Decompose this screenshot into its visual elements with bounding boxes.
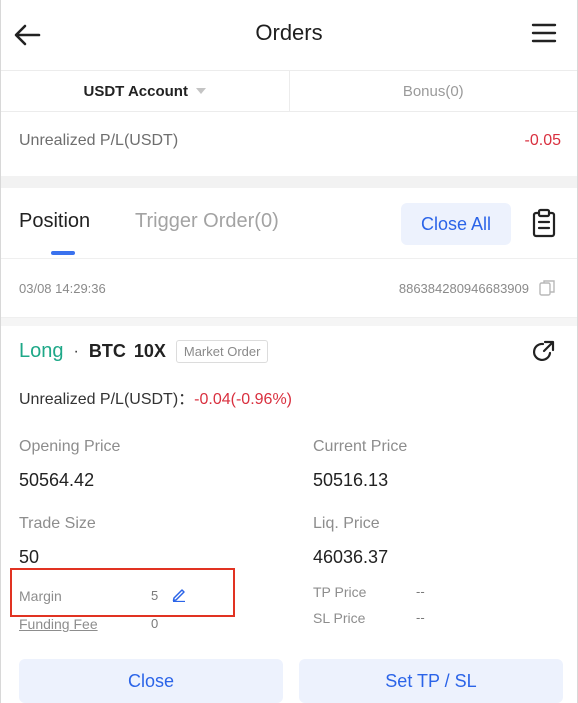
section-divider bbox=[1, 176, 577, 188]
header: Orders bbox=[1, 0, 577, 70]
unrealized-pl-value: -0.05 bbox=[524, 132, 561, 149]
tab-usdt-account-label: USDT Account bbox=[83, 82, 188, 100]
tab-bonus-label: Bonus(0) bbox=[402, 82, 464, 100]
unrealized-pl-row: Unrealized P/L(USDT) -0.05 bbox=[19, 132, 561, 150]
sl-price-label: SL Price bbox=[313, 610, 366, 626]
liq-price-value: 46036.37 bbox=[313, 547, 389, 567]
current-price-label: Current Price bbox=[313, 438, 408, 455]
section-divider-2 bbox=[1, 318, 577, 326]
active-tab-indicator bbox=[51, 251, 75, 255]
position-upl-label: Unrealized P/L(USDT)： bbox=[19, 391, 195, 408]
tab-position[interactable]: Position bbox=[19, 210, 90, 233]
hamburger-menu-icon[interactable] bbox=[531, 22, 557, 44]
tp-price-label: TP Price bbox=[313, 584, 367, 600]
current-price-value: 50516.13 bbox=[313, 470, 389, 490]
order-date: 03/08 14:29:36 bbox=[19, 281, 106, 296]
funding-fee-label[interactable]: Funding Fee bbox=[19, 616, 98, 632]
position-symbol: BTC bbox=[88, 341, 126, 361]
position-tabs: Position Trigger Order(0) Close All bbox=[1, 188, 577, 258]
order-type-badge: Market Order bbox=[175, 340, 269, 363]
separator-dot: · bbox=[73, 342, 79, 360]
position-upl-value: -0.04(-0.96%) bbox=[194, 391, 292, 408]
position-leverage: 10X bbox=[133, 341, 166, 361]
tab-usdt-account[interactable]: USDT Account bbox=[1, 71, 289, 111]
liq-price-label: Liq. Price bbox=[313, 515, 380, 532]
orders-screen: Orders USDT Account Bonus(0) Unrealized … bbox=[0, 0, 578, 703]
order-id: 886384280946683909 bbox=[398, 281, 529, 296]
caret-down-icon bbox=[195, 88, 206, 94]
position-side: Long bbox=[19, 340, 64, 362]
clipboard-icon[interactable] bbox=[531, 208, 557, 238]
page-title: Orders bbox=[255, 20, 323, 45]
account-tabs: USDT Account Bonus(0) bbox=[1, 70, 577, 112]
share-icon[interactable] bbox=[531, 340, 555, 364]
tab-bonus[interactable]: Bonus(0) bbox=[288, 71, 578, 111]
tp-price-value: -- bbox=[416, 584, 425, 599]
set-tp-sl-button[interactable]: Set TP / SL bbox=[299, 659, 563, 703]
unrealized-pl-label: Unrealized P/L(USDT) bbox=[19, 132, 179, 149]
tab-trigger-order[interactable]: Trigger Order(0) bbox=[135, 210, 279, 233]
position-upl: Unrealized P/L(USDT)：-0.04(-0.96%) bbox=[19, 385, 292, 409]
trade-size-value: 50 bbox=[19, 547, 40, 567]
margin-highlight-box bbox=[10, 568, 235, 617]
order-meta-row: 03/08 14:29:36 886384280946683909 bbox=[1, 258, 577, 318]
trade-size-label: Trade Size bbox=[19, 515, 96, 532]
sl-price-value: -- bbox=[416, 610, 425, 625]
close-position-button[interactable]: Close bbox=[19, 659, 283, 703]
opening-price-value: 50564.42 bbox=[19, 470, 95, 490]
close-all-button[interactable]: Close All bbox=[401, 203, 511, 245]
copy-icon[interactable] bbox=[539, 279, 555, 297]
opening-price-label: Opening Price bbox=[19, 438, 121, 455]
funding-fee-value: 0 bbox=[151, 616, 159, 631]
position-header: Long · BTC 10X Market Order bbox=[19, 340, 269, 363]
